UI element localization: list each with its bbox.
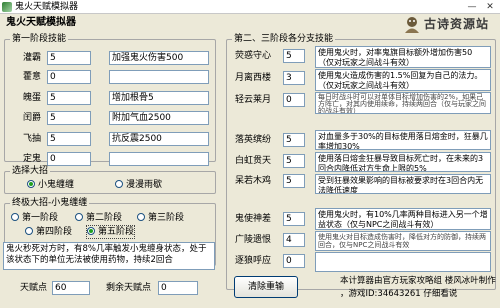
close-button[interactable]: ✕ [482,1,498,13]
branch-description: 使用鬼火造成伤害的1.5%回复为自己的法力。（仅对玩家之间战斗有效） [315,69,491,91]
ultimate-choice-legend: 选择大招 [12,166,49,176]
branch-description: 使用鬼火对目标造成伤害时，降低对方的防御，持续两回合，仅与NPC之间战斗有效 [315,231,491,251]
branch-skill-name: 落英缤纷 [235,135,272,145]
remaining-points-label: 剩余天赋点 [106,283,152,293]
radio-icon [75,213,83,221]
branch-points-input[interactable]: 4 [283,233,305,247]
branch-points-input[interactable]: 5 [283,174,305,188]
branch-description: 使用落日熔金狂暴导致目标死亡时，在未来的3回合内降低对方生命上限的5% [315,152,491,172]
branch-points-input[interactable]: 5 [283,154,305,168]
stage-radio[interactable]: 第四阶段 [25,226,72,238]
tier1-skill-name: 藿意 [23,72,42,82]
tier1-skill-name: 飞抽 [23,134,42,144]
branch-description: 使用鬼火时，有10%几率两种目标进入另一个增益状态（仅与NPC之间战斗有效） [315,208,491,230]
tier1-skill-name: 定鬼 [23,154,42,164]
branch-points-input[interactable]: 5 [283,133,305,147]
tier1-effect-field: 增加根骨5 [109,91,209,105]
tier1-points-input[interactable]: 5 [47,111,91,125]
credits-line-1: 本计算器由官方玩家攻略组 楼风冰叶制作 [340,276,496,286]
minimize-button[interactable]: — [464,1,480,13]
brand-logo: 古诗资源站 [424,17,490,31]
radio-icon [115,180,123,188]
tier23-legend: 第二、三阶段各分支技能 [234,34,334,44]
branch-description: 每日时战斗时可以对单体目标增加伤害的2%，如果己方阵亡，对其内使用续命，持续两回… [315,92,491,114]
stage-radio[interactable]: 第一阶段 [11,212,58,224]
branch-skill-name: 逐狼呼应 [235,256,272,266]
credits-line-2: ，游戏ID:34643261 仔细看说 [340,289,458,299]
branch-skill-name: 鬼使神差 [235,214,272,224]
branch-skill-name: 荧惑守心 [235,51,272,61]
tier1-legend: 第一阶段技能 [12,34,67,44]
branch-skill-name: 月离西楼 [235,73,272,83]
stage-radio[interactable]: 第五阶段 [85,225,136,239]
radio-selected-icon [27,180,35,188]
remaining-points-field: 0 [158,281,198,295]
radio-selected-icon [87,227,95,235]
final-ultimate-legend: 终极大招-小鬼缠缠 [12,198,88,208]
tier1-effect-field: 附加气血2500 [109,111,209,125]
branch-description: 受到狂暴效果影响的目标被要求时在3回合内无法降低速度 [315,174,491,194]
tier1-points-input[interactable]: 5 [47,91,91,105]
final-ultimate-group: 终极大招-小鬼缠缠 第一阶段 第二阶段 第三阶段 第四阶段 第五阶段 鬼火秒死对… [3,198,216,270]
ultimate-description: 鬼火秒死对方时，有8%几率触发小鬼缠身状态，处于该状态下的单位无法被使用药物，持… [3,242,215,270]
branch-points-input[interactable]: 5 [283,212,305,226]
tier1-effect-field [109,70,209,84]
title-bar: 鬼火天赋模拟器 — ✕ [0,0,500,14]
ultimate-option-radio[interactable]: 漫漫雨歇 [115,179,162,191]
talent-points-label: 天赋点 [20,283,48,293]
tier1-skill-name: 灌霸 [23,53,42,63]
tier1-points-input[interactable]: 5 [47,51,91,65]
tier1-skill-name: 闰爵 [23,113,42,123]
branch-points-input[interactable]: 5 [283,49,305,63]
radio-icon [137,213,145,221]
tier1-effect-field: 加强鬼火伤害500 [109,51,209,65]
mascot-icon [405,17,419,33]
stage-radio[interactable]: 第二阶段 [75,212,122,224]
tier23-group: 第二、三阶段各分支技能 荧惑守心 5 月离西楼 3 轻云莱月 0 使用鬼火时，对… [226,34,496,290]
tier1-effect-field [109,152,209,166]
branch-description [315,252,491,272]
tier1-points-input[interactable]: 0 [47,70,91,84]
tier1-group: 第一阶段技能 灌霸 5 加强鬼火伤害500 藿意 0 魄蛋 5 增加根骨5 闰爵… [4,34,216,166]
radio-icon [25,227,33,235]
reset-button[interactable]: 清除重输 [234,276,298,298]
ultimate-choice-group: 选择大招 小鬼缠缠 漫漫雨歇 [4,166,216,194]
window-title: 鬼火天赋模拟器 [15,2,79,12]
stage-radio[interactable]: 第三阶段 [137,212,184,224]
branch-points-input[interactable]: 3 [283,71,305,85]
branch-description: 使用鬼火时，对率鬼旗目标额外增加伤害50（仅对玩家之间战斗有效） [315,46,491,68]
tier1-points-input[interactable]: 0 [47,152,91,166]
tier1-effect-field: 抗反震2500 [109,132,209,146]
branch-points-input[interactable]: 0 [283,93,305,107]
branch-description: 对血量多于30%的目标使用落日熔金时，狂暴几率增加30% [315,130,491,150]
radio-icon [11,213,19,221]
app-name: 鬼火天赋模拟器 [6,17,76,28]
branch-skill-name: 广陵遗恨 [235,235,272,245]
banner: 鬼火天赋模拟器 古诗资源站 [0,14,500,34]
app-icon [2,2,12,12]
branch-skill-name: 轻云莱月 [235,95,272,105]
tier1-points-input[interactable]: 5 [47,132,91,146]
branch-points-input[interactable]: 0 [283,254,305,268]
ultimate-option-radio[interactable]: 小鬼缠缠 [27,179,74,191]
branch-skill-name: 呆若木鸡 [235,176,272,186]
talent-points-input[interactable]: 60 [52,281,90,295]
tier1-skill-name: 魄蛋 [23,93,42,103]
branch-skill-name: 白虹贯天 [235,156,272,166]
